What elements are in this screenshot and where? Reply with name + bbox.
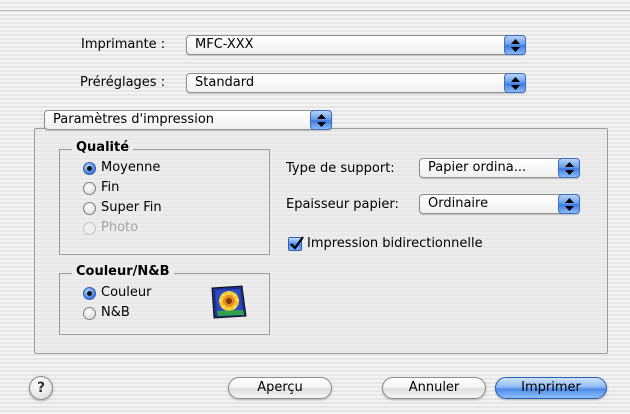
color-printing-icon	[211, 285, 247, 319]
help-button[interactable]: ?	[29, 376, 53, 400]
popup-arrows-icon	[504, 73, 526, 93]
popup-arrows-icon	[504, 35, 526, 55]
popup-arrows-icon	[558, 194, 580, 214]
radio-button[interactable]	[83, 162, 96, 175]
paper-thickness-value: Ordinaire	[428, 196, 489, 211]
popup-arrows-icon	[310, 110, 332, 130]
media-type-popup[interactable]: Papier ordina...	[419, 158, 580, 178]
panel-selector-popup[interactable]: Paramètres d'impression	[44, 110, 332, 130]
media-type-label: Type de support:	[286, 161, 395, 176]
print-button[interactable]: Imprimer	[495, 377, 607, 399]
checkmark-icon	[290, 236, 304, 250]
cancel-button[interactable]: Annuler	[382, 377, 486, 399]
bidirectional-label: Impression bidirectionnelle	[307, 236, 483, 251]
printer-label: Imprimante :	[81, 37, 166, 52]
window-top-edge	[0, 0, 630, 11]
radio-button[interactable]	[83, 287, 96, 300]
bidirectional-checkbox[interactable]	[288, 236, 304, 251]
radio-label: Photo	[101, 220, 139, 235]
radio-button[interactable]	[83, 307, 96, 320]
radio-label: Super Fin	[101, 200, 162, 215]
color-group-title: Couleur/N&B	[72, 264, 174, 279]
panel-selector-value: Paramètres d'impression	[53, 112, 215, 127]
printer-popup[interactable]: MFC-XXX	[186, 35, 526, 55]
radio-label: Fin	[101, 180, 120, 195]
radio-label: N&B	[101, 305, 130, 320]
radio-button	[83, 222, 96, 235]
radio-button[interactable]	[83, 202, 96, 215]
paper-thickness-popup[interactable]: Ordinaire	[419, 194, 580, 214]
printer-value: MFC-XXX	[195, 37, 254, 52]
presets-value: Standard	[195, 75, 255, 90]
quality-group-title: Qualité	[72, 140, 134, 155]
preview-button[interactable]: Aperçu	[228, 377, 332, 399]
popup-arrows-icon	[558, 158, 580, 178]
radio-label: Moyenne	[101, 160, 161, 175]
media-type-value: Papier ordina...	[428, 160, 527, 175]
radio-button[interactable]	[83, 182, 96, 195]
presets-label: Préréglages :	[80, 75, 166, 90]
paper-thickness-label: Epaisseur papier:	[286, 197, 399, 212]
presets-popup[interactable]: Standard	[186, 73, 526, 93]
radio-label: Couleur	[101, 285, 152, 300]
